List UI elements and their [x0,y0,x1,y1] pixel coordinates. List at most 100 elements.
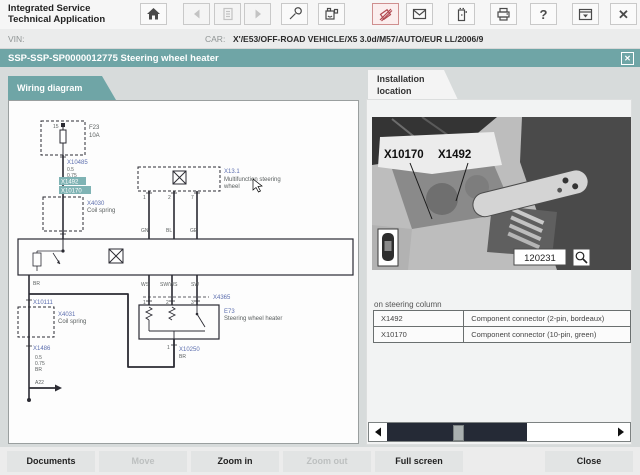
app-title-line1: Integrated Service [8,3,91,14]
connector-link[interactable]: X4031 [58,312,76,318]
messages-button[interactable] [406,3,433,25]
full-screen-button[interactable]: Full screen [375,451,463,472]
home-icon [147,8,160,20]
connector-link[interactable]: X13.1 [224,169,240,175]
window-minimize-icon [578,8,593,20]
documents-button[interactable]: Documents [7,451,95,472]
horizontal-scrollbar[interactable] [368,422,631,442]
service-functions-button[interactable] [281,3,308,25]
connector-link[interactable]: X4030 [87,201,105,207]
coil-spring-box-2 [17,306,55,338]
document-title-bar: SSP-SSP-SP0000012775 Steering wheel heat… [0,49,640,67]
scroll-left-button[interactable] [369,423,387,441]
wrench-icon [289,7,302,20]
wiring-diagram: 15 F23 10A X10485 0.5 0.75 X1492 X10170 … [17,120,354,402]
car-value: X'/E53/OFF-ROAD VEHICLE/X5 3.0d/M57/AUTO… [233,34,484,44]
pin-number: 1 [143,195,146,201]
photo-label-x1492: X1492 [438,149,471,161]
ista-window: { "header": { "app_title_1": "Integrated… [0,0,640,475]
wire-spec: 0.75 [67,173,77,179]
wire-color: BR [179,354,186,360]
component-name: Coil spring [87,208,115,214]
close-button[interactable]: Close [545,451,633,472]
fuse-rating: 10A [89,133,100,139]
vehicle-bar: VIN: CAR: X'/E53/OFF-ROAD VEHICLE/X5 3.0… [0,29,640,49]
scroll-right-button[interactable] [612,423,630,441]
wire-color: BL [166,228,172,234]
measuring-device-icon [325,7,339,20]
component-name: Coil spring [58,319,86,325]
document-icon [222,7,233,21]
highlight-label-x10170[interactable]: X10170 [61,189,82,195]
close-icon: ✕ [618,6,629,22]
scroll-left-icon [375,427,381,437]
workshop-document-button [214,3,241,25]
wire-spec: BR [35,367,42,373]
pin-number: 2 [168,195,171,201]
scrollbar-fill[interactable] [387,423,527,441]
installation-photo[interactable]: X10170 X1492 120231 [372,117,631,270]
image-number-box: 120231 [513,248,567,266]
connector-desc-cell[interactable]: Component connector (10-pin, green) [463,326,631,343]
battery-icon [457,7,467,21]
help-icon: ? [539,6,548,22]
connector-link[interactable]: X1486 [33,346,51,352]
help-button[interactable]: ? [530,3,557,25]
component-link[interactable]: E73 [224,309,235,315]
scrollbar-thumb[interactable] [453,425,464,441]
measuring-devices-button[interactable] [318,3,345,25]
control-unit-box [17,238,354,276]
wire-color: BR [33,281,40,287]
connector-id-cell[interactable]: X10170 [372,326,465,343]
connector-desc-cell[interactable]: Component connector (2-pin, bordeaux) [463,310,631,327]
connector-link[interactable]: X10111 [33,300,53,306]
wiring-diagram-canvas[interactable]: 15 F23 10A X10485 0.5 0.75 X1492 X10170 … [8,100,359,444]
app-title-line2: Technical Application [8,14,106,25]
vehicle-interface-button[interactable] [372,3,399,25]
connector-table: X1492 Component connector (2-pin, bordea… [372,310,631,343]
installation-tab-line2: location [377,86,412,96]
wire-color: SW [191,282,199,288]
table-row[interactable]: X10170 Component connector (10-pin, gree… [372,326,631,343]
document-title: SSP-SSP-SP0000012775 Steering wheel heat… [8,53,219,64]
image-number: 120231 [524,253,556,264]
close-application-button[interactable]: ✕ [610,3,637,25]
connector-link[interactable]: X10485 [67,160,88,166]
tab-wiring-diagram[interactable]: Wiring diagram [8,76,116,100]
car-position-icon [377,228,399,267]
ground-point-label: A22 [35,380,44,386]
envelope-icon [412,8,427,20]
component-name: Multifunction steering [224,177,281,183]
move-button: Move [99,451,187,472]
full-screen-toggle-button[interactable] [572,3,599,25]
pin-number: 2 [166,300,169,306]
photo-label-x10170: X10170 [384,149,424,161]
connector-link[interactable]: X10250 [179,347,200,353]
magnifier-button[interactable] [572,248,591,267]
wire-color: GN [141,228,149,234]
forward-arrow-icon [255,9,261,19]
tab-installation-location[interactable]: Installation location [368,70,458,100]
pin-number: 1 [167,345,170,351]
app-title: Integrated Service Technical Application [8,3,105,25]
fuse-name: F23 [89,125,100,131]
measurement-button[interactable] [448,3,475,25]
pin-number: 1 [143,300,146,306]
footer-button-bar: Documents Move Zoom in Zoom out Full scr… [0,447,640,475]
wire-color: WS [141,282,150,288]
highlight-label-x1492[interactable]: X1492 [61,180,79,186]
pin-number: 7 [191,195,194,201]
table-row[interactable]: X1492 Component connector (2-pin, bordea… [372,310,631,327]
home-button[interactable] [140,3,167,25]
vin-label: VIN: [8,34,25,44]
fuse-pin: 15 [53,124,59,130]
component-name: wheel [223,184,240,190]
steering-wheel-heater-box [138,304,220,340]
app-header: Integrated Service Technical Application… [0,0,640,30]
document-close-button[interactable]: ✕ [621,52,634,65]
print-button[interactable] [490,3,517,25]
wire-color: GE [190,228,198,234]
connector-link[interactable]: X4365 [213,295,231,301]
connector-id-cell[interactable]: X1492 [372,310,465,327]
zoom-in-button[interactable]: Zoom in [191,451,279,472]
